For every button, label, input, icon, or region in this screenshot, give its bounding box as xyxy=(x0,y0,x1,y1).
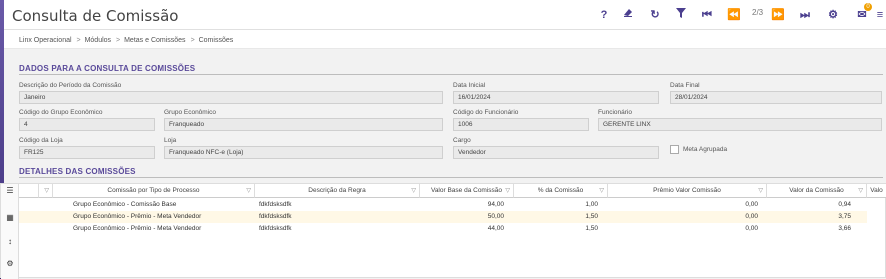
help-icon[interactable]: ? xyxy=(595,6,613,24)
column-header[interactable]: Comissão por Tipo de Processo ▽ xyxy=(53,184,255,198)
cell-premio: 0,00 xyxy=(745,201,758,208)
grid-toolbar: ☰ ▦ ↕ ⚙ xyxy=(1,184,19,279)
meta-agrupada-checkbox[interactable] xyxy=(670,145,679,154)
data-inicial-label: Data Inicial xyxy=(453,82,486,89)
cell-tipo: Grupo Econômico - Comissão Base xyxy=(73,201,177,208)
refresh-icon[interactable]: ↻ xyxy=(646,6,664,24)
data-final-label: Data Final xyxy=(670,82,700,89)
cell-tipo: Grupo Econômico - Prêmio - Meta Vendedor xyxy=(73,225,202,232)
filter-icon[interactable]: ▽ xyxy=(44,184,49,197)
breadcrumb: Linx Operacional > Módulos > Metas e Comis… xyxy=(4,30,886,49)
grid-checkbox-header[interactable] xyxy=(19,184,39,198)
grid-menu-icon[interactable]: ☰ xyxy=(4,185,16,197)
breadcrumb-item[interactable]: Módulos xyxy=(85,37,111,44)
column-header[interactable]: % da Comissão ▽ xyxy=(514,184,608,198)
title-bar: Consulta de Comissão ? ↻ ⏮ ⏪ 2/3 ⏩ ⏭ ⚙ ✉… xyxy=(4,0,886,30)
cell-regra: fdkfdsksdfk xyxy=(259,201,292,208)
filter-icon[interactable]: ▽ xyxy=(758,184,763,197)
page-indicator: 2/3 xyxy=(752,8,764,17)
cod-loja-label: Código da Loja xyxy=(19,137,63,144)
cell-valor-comissao: 0,94 xyxy=(838,201,851,208)
data-inicial-field[interactable]: 16/01/2024 xyxy=(453,91,659,104)
data-final-field[interactable]: 28/01/2024 xyxy=(670,91,882,104)
cell-premio: 0,00 xyxy=(745,213,758,220)
filter-icon[interactable]: ▽ xyxy=(505,184,510,197)
page-title: Consulta de Comissão xyxy=(12,7,179,25)
func-field[interactable]: GERENTE LINX xyxy=(598,118,882,131)
breadcrumb-separator: > xyxy=(190,37,195,44)
first-page-icon[interactable]: ⏮ xyxy=(698,6,716,24)
cell-percentual: 1,50 xyxy=(585,225,598,232)
cargo-label: Cargo xyxy=(453,137,471,144)
settings-gear-icon[interactable]: ⚙ xyxy=(824,6,842,24)
cod-loja-field[interactable]: FR125 xyxy=(19,146,155,159)
cell-regra: fdkfdsksdfk xyxy=(259,225,292,232)
grupo-field[interactable]: Franqueado xyxy=(164,118,443,131)
grid-settings-icon[interactable]: ⚙ xyxy=(4,258,16,270)
section-divider xyxy=(19,177,883,178)
grid-row-filter-header[interactable]: ▽ xyxy=(39,184,53,198)
cell-percentual: 1,50 xyxy=(585,213,598,220)
column-header[interactable]: Valo xyxy=(867,184,886,198)
commission-grid: ☰ ▦ ↕ ⚙ ▽ Comissão por Tipo de Processo ▽… xyxy=(0,183,886,279)
filter-icon[interactable]: ▽ xyxy=(411,184,416,197)
next-page-icon[interactable]: ⏩ xyxy=(769,6,787,24)
periodo-field[interactable]: Janeiro xyxy=(19,91,443,104)
cod-func-field[interactable]: 1006 xyxy=(453,118,589,131)
breadcrumb-separator: > xyxy=(76,37,81,44)
cod-func-label: Código do Funcionário xyxy=(453,109,519,116)
cell-regra: fdkfdsksdfk xyxy=(259,213,292,220)
section-title-dados: DADOS PARA A CONSULTA DE COMISSÕES xyxy=(19,64,196,73)
meta-agrupada-label: Meta Agrupada xyxy=(683,146,728,153)
section-title-detalhes: DETALHES DAS COMISSÕES xyxy=(19,167,136,176)
breadcrumb-item[interactable]: Linx Operacional xyxy=(19,37,72,44)
table-row[interactable]: Grupo Econômico - Prêmio - Meta Vendedor… xyxy=(19,211,867,223)
column-header[interactable]: Prêmio Valor Comissão ▽ xyxy=(608,184,767,198)
filter-icon[interactable] xyxy=(672,6,690,24)
filter-icon[interactable]: ▽ xyxy=(599,184,604,197)
filter-icon[interactable]: ▽ xyxy=(246,184,251,197)
grupo-label: Grupo Econômico xyxy=(164,109,217,116)
column-header[interactable]: Descrição da Regra ▽ xyxy=(255,184,420,198)
eraser-icon[interactable] xyxy=(619,6,637,24)
filter-icon[interactable]: ▽ xyxy=(858,184,863,197)
cod-grupo-field[interactable]: 4 xyxy=(19,118,155,131)
breadcrumb-separator: > xyxy=(116,37,121,44)
previous-page-icon[interactable]: ⏪ xyxy=(725,6,743,24)
cod-grupo-label: Código do Grupo Econômico xyxy=(19,109,103,116)
table-row[interactable]: Grupo Econômico - Prêmio - Meta Vendedor… xyxy=(19,223,867,235)
breadcrumb-item[interactable]: Metas e Comissões xyxy=(124,37,185,44)
cell-valor-comissao: 3,75 xyxy=(838,213,851,220)
periodo-label: Descrição do Período da Comissão xyxy=(19,82,122,89)
cell-valor-base: 50,00 xyxy=(487,213,504,220)
cell-valor-comissao: 3,66 xyxy=(838,225,851,232)
cell-tipo: Grupo Econômico - Prêmio - Meta Vendedor xyxy=(73,213,202,220)
cargo-field[interactable]: Vendedor xyxy=(453,146,659,159)
column-header[interactable]: Valor da Comissão ▽ xyxy=(767,184,867,198)
cell-valor-base: 44,00 xyxy=(487,225,504,232)
cell-valor-base: 94,00 xyxy=(487,201,504,208)
cell-premio: 0,00 xyxy=(745,225,758,232)
grid-view-icon[interactable]: ▦ xyxy=(4,212,16,224)
section-divider xyxy=(19,74,883,75)
table-row[interactable]: Grupo Econômico - Comissão Base fdkfdsks… xyxy=(19,199,867,211)
cell-percentual: 1,00 xyxy=(585,201,598,208)
loja-field[interactable]: Franqueado NFC-e (Loja) xyxy=(164,146,443,159)
func-label: Funcionário xyxy=(598,109,632,116)
sort-icon[interactable]: ↕ xyxy=(4,236,16,248)
loja-label: Loja xyxy=(164,137,177,144)
column-header[interactable]: Valor Base da Comissão ▽ xyxy=(420,184,514,198)
last-page-icon[interactable]: ⏭ xyxy=(796,6,814,24)
menu-icon[interactable]: ≡ xyxy=(871,6,886,24)
breadcrumb-item[interactable]: Comissões xyxy=(199,37,234,44)
main-content: DADOS PARA A CONSULTA DE COMISSÕES Descr… xyxy=(0,49,886,279)
